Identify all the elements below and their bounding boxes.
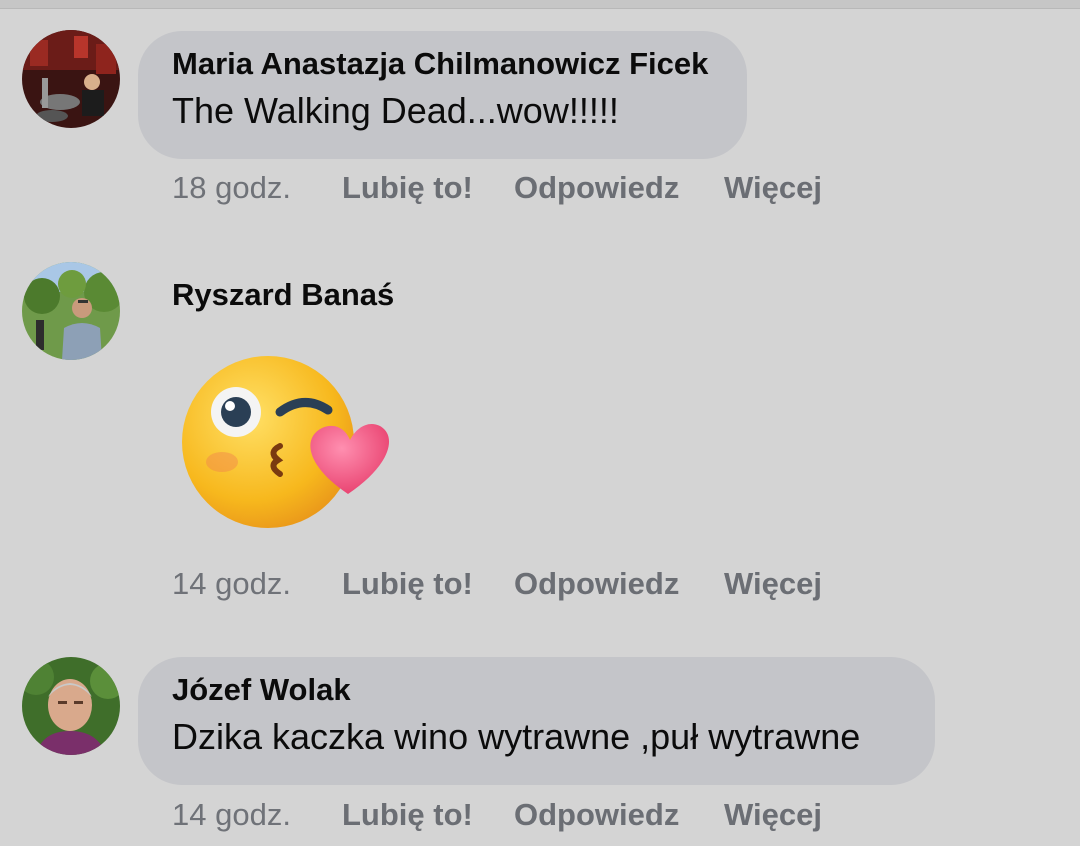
comment-actions: 14 godz. Lubię to! Odpowiedz Więcej <box>172 795 822 835</box>
like-button[interactable]: Lubię to! <box>342 564 514 604</box>
top-divider <box>0 0 1080 9</box>
comment-actions: 14 godz. Lubię to! Odpowiedz Więcej <box>172 564 822 604</box>
more-button[interactable]: Więcej <box>724 168 822 208</box>
like-button[interactable]: Lubię to! <box>342 168 514 208</box>
comment-author[interactable]: Józef Wolak <box>172 671 901 709</box>
avatar[interactable] <box>22 262 120 360</box>
reply-button[interactable]: Odpowiedz <box>514 795 724 835</box>
comment-bubble: Józef Wolak Dzika kaczka wino wytrawne ,… <box>138 657 935 785</box>
more-button[interactable]: Więcej <box>724 795 822 835</box>
comment-text: The Walking Dead...wow!!!!! <box>172 90 619 131</box>
comment-actions: 18 godz. Lubię to! Odpowiedz Więcej <box>172 168 822 208</box>
more-button[interactable]: Więcej <box>724 564 822 604</box>
reply-button[interactable]: Odpowiedz <box>514 564 724 604</box>
comment-bubble: Maria Anastazja Chilmanowicz Ficek The W… <box>138 31 747 159</box>
comment-author[interactable]: Maria Anastazja Chilmanowicz Ficek <box>172 45 713 83</box>
comment-time[interactable]: 18 godz. <box>172 168 342 208</box>
comment-author[interactable]: Ryszard Banaś <box>172 276 394 314</box>
avatar[interactable] <box>22 30 120 128</box>
comment-time[interactable]: 14 godz. <box>172 795 342 835</box>
kissing-face-sticker[interactable] <box>176 346 396 546</box>
reply-button[interactable]: Odpowiedz <box>514 168 724 208</box>
comment-time[interactable]: 14 godz. <box>172 564 342 604</box>
avatar[interactable] <box>22 657 120 755</box>
like-button[interactable]: Lubię to! <box>342 795 514 835</box>
comment-text: Dzika kaczka wino wytrawne ,puł wytrawne <box>172 716 861 757</box>
